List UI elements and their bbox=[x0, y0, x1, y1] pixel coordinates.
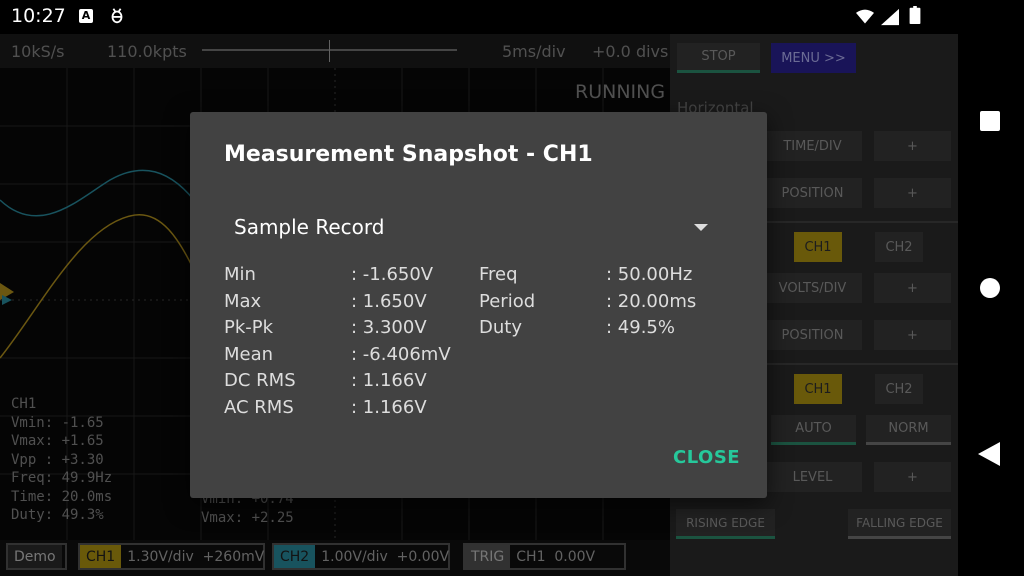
recents-icon[interactable] bbox=[980, 111, 1000, 131]
wifi-icon bbox=[856, 9, 874, 24]
left-measurements: Min: -1.650V Max: 1.650V Pk-Pk: 3.300V M… bbox=[224, 262, 464, 421]
measure-row: Freq: 50.00Hz bbox=[479, 264, 693, 285]
measure-row: DC RMS: 1.166V bbox=[224, 370, 427, 391]
home-icon[interactable] bbox=[980, 278, 1000, 298]
measure-row: Max: 1.650V bbox=[224, 290, 427, 312]
measure-row: Mean: -6.406mV bbox=[224, 343, 451, 365]
notification-a-icon: A bbox=[79, 9, 93, 23]
measure-row: Duty: 49.5% bbox=[479, 317, 675, 338]
dialog-title: Measurement Snapshot - CH1 bbox=[224, 142, 593, 167]
back-icon[interactable] bbox=[978, 442, 1000, 466]
battery-icon bbox=[909, 6, 921, 24]
signal-icon bbox=[881, 8, 899, 26]
measure-row: Pk-Pk: 3.300V bbox=[224, 317, 427, 338]
right-measurements: Freq: 50.00Hz Period: 20.00ms Duty: 49.5… bbox=[479, 262, 719, 342]
bug-icon bbox=[111, 8, 123, 24]
measure-row: AC RMS: 1.166V bbox=[224, 396, 427, 418]
record-select-value: Sample Record bbox=[234, 215, 385, 239]
close-button[interactable]: CLOSE bbox=[673, 447, 740, 468]
status-bar bbox=[0, 0, 958, 34]
measure-row: Period: 20.00ms bbox=[479, 290, 697, 312]
dropdown-caret-icon[interactable] bbox=[694, 224, 708, 231]
measurement-dialog: Measurement Snapshot - CH1 Sample Record… bbox=[190, 112, 767, 498]
status-clock: 10:27 bbox=[11, 5, 66, 27]
measure-row: Min: -1.650V bbox=[224, 264, 434, 285]
